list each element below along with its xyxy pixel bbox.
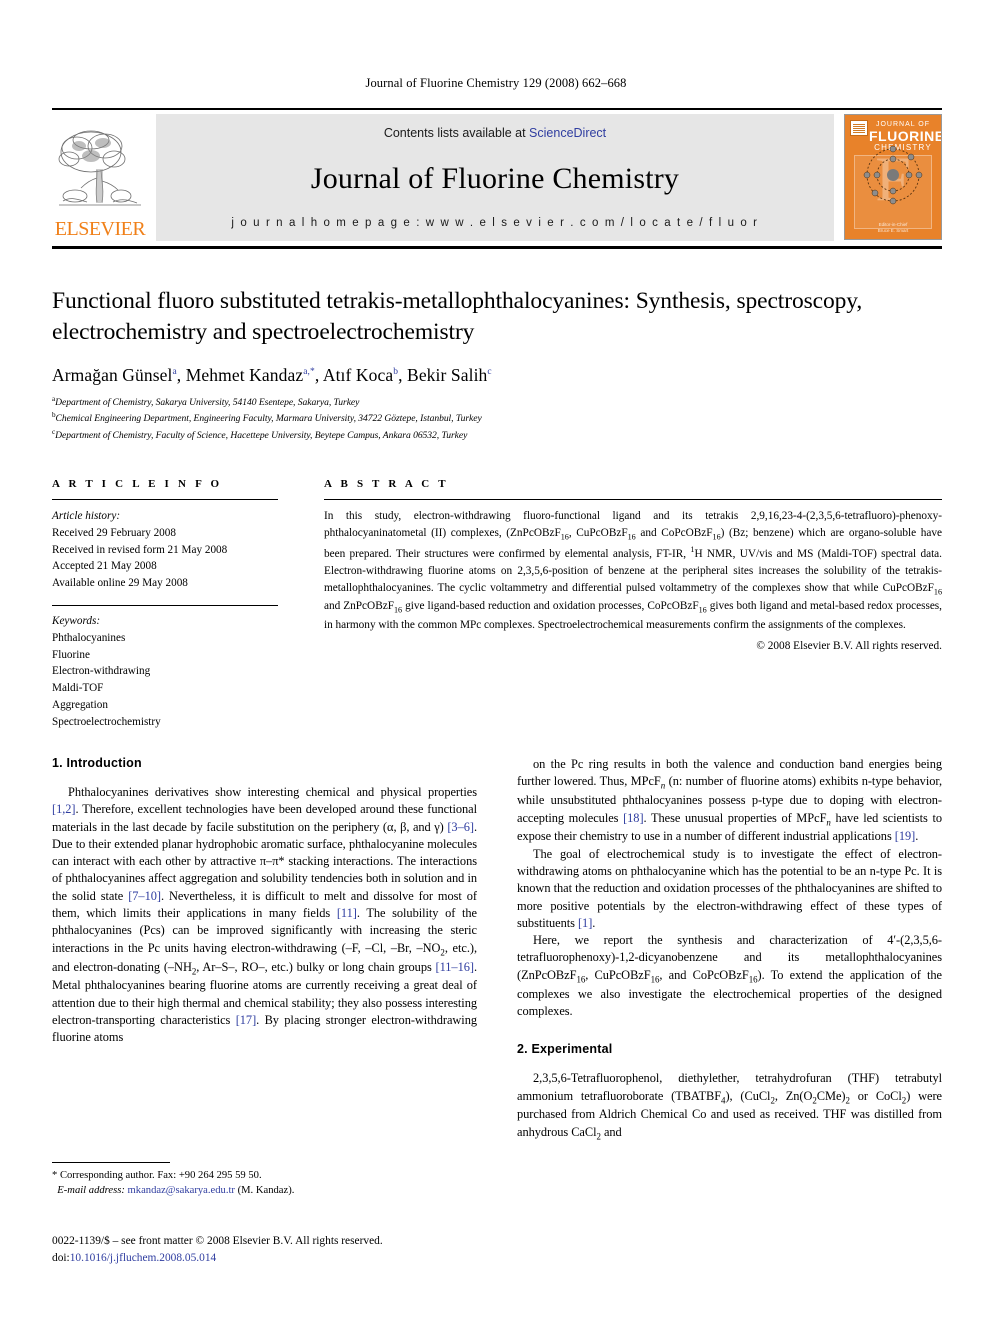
history-item: Received in revised form 21 May 2008 xyxy=(52,543,228,556)
body-column-left: 1. Introduction Phthalocyanines derivati… xyxy=(52,756,477,1143)
article-info-heading: A R T I C L E I N F O xyxy=(52,478,223,490)
title-block: Functional fluoro substituted tetrakis-m… xyxy=(52,286,912,444)
elsevier-wordmark: ELSEVIER xyxy=(54,218,146,240)
article-info-column: A R T I C L E I N F O Article history: R… xyxy=(52,478,300,731)
info-abstract-band: A R T I C L E I N F O Article history: R… xyxy=(52,478,942,731)
journal-title: Journal of Fluorine Chemistry xyxy=(310,161,680,195)
footnote-block: * Corresponding author. Fax: +90 264 295… xyxy=(52,1162,477,1199)
keyword-item: Spectroelectrochemistry xyxy=(52,715,161,728)
body-column-right: on the Pc ring results in both the valen… xyxy=(517,756,942,1143)
contents-prefix: Contents lists available at xyxy=(383,126,530,140)
intro-paragraph-1: Phthalocyanines derivatives show interes… xyxy=(52,785,478,1045)
author-4-marks: c xyxy=(487,366,492,377)
author-3-marks: b xyxy=(393,366,399,377)
email-suffix: (M. Kandaz). xyxy=(234,1185,295,1197)
body-columns: 1. Introduction Phthalocyanines derivati… xyxy=(52,756,942,1143)
article-info-rule-mid xyxy=(52,604,278,606)
affiliation-a: aDepartment of Chemistry, Sakarya Univer… xyxy=(52,394,912,411)
email-label: E-mail address: xyxy=(57,1185,125,1197)
imprint-block: 0022-1139/$ – see front matter © 2008 El… xyxy=(52,1233,492,1267)
article-info-rule-top xyxy=(52,499,278,500)
history-item: Received 29 February 2008 xyxy=(52,526,176,539)
author-2: Mehmet Kandaza,* xyxy=(186,365,315,385)
doi-label: doi: xyxy=(52,1252,70,1265)
abstract-rule-top xyxy=(324,499,942,500)
journal-masthead: ELSEVIER Contents lists available at Sci… xyxy=(52,108,942,243)
author-4-name: Bekir Salih xyxy=(407,364,488,385)
masthead-bottom-rule xyxy=(52,246,942,249)
page-title: Functional fluoro substituted tetrakis-m… xyxy=(52,288,863,346)
affiliation-c-text: Department of Chemistry, Faculty of Scie… xyxy=(55,430,468,442)
keyword-item: Fluorine xyxy=(52,648,90,661)
article-history-block: Article history: Received 29 February 20… xyxy=(52,508,278,592)
elsevier-tree-icon xyxy=(58,130,141,206)
abstract-text: In this study, electron-withdrawing fluo… xyxy=(324,510,942,632)
author-list: Armağan Günsela, Mehmet Kandaza,*, Atıf … xyxy=(52,364,492,385)
affiliation-a-text: Department of Chemistry, Sakarya Univers… xyxy=(55,396,360,408)
experimental-paragraph-1: 2,3,5,6-Tetrafluorophenol, diethylether,… xyxy=(517,1071,942,1142)
issn-front-matter: 0022-1139/$ – see front matter © 2008 El… xyxy=(52,1235,383,1247)
affiliation-b: bChemical Engineering Department, Engine… xyxy=(52,410,912,427)
affiliation-list: aDepartment of Chemistry, Sakarya Univer… xyxy=(52,394,912,444)
cover-title-line1: JOURNAL OF xyxy=(875,121,931,128)
right-paragraph-3: Here, we report the synthesis and charac… xyxy=(517,933,942,1018)
author-3: Atıf Kocab xyxy=(323,365,398,385)
cover-editor-name: Bruce E. Smart xyxy=(877,228,909,234)
cover-footer-text: Editor-in-Chief Bruce E. Smart xyxy=(845,222,941,236)
journal-homepage-line[interactable]: j o u r n a l h o m e p a g e : w w w . … xyxy=(231,217,758,229)
history-item: Accepted 21 May 2008 xyxy=(52,560,157,573)
email-link[interactable]: mkandaz@sakarya.edu.tr xyxy=(128,1185,235,1196)
keywords-block: Keywords: Phthalocyanines Fluorine Elect… xyxy=(52,613,278,731)
cover-elsevier-badge-icon xyxy=(850,120,868,136)
right-paragraph-2: The goal of electrochemical study is to … xyxy=(517,846,942,930)
author-1-marks: a xyxy=(172,366,177,377)
author-2-name: Mehmet Kandaz xyxy=(185,364,304,385)
elsevier-logo: ELSEVIER xyxy=(52,114,148,243)
doi-value[interactable]: 10.1016/j.jfluchem.2008.05.014 xyxy=(70,1252,216,1264)
section-heading-experimental: 2. Experimental xyxy=(517,1042,613,1057)
atom-icon xyxy=(863,145,923,204)
doi-line: doi:10.1016/j.jfluchem.2008.05.014 xyxy=(52,1250,492,1267)
author-2-marks: a,* xyxy=(303,366,315,377)
author-3-name: Atıf Koca xyxy=(322,364,394,385)
author-1: Armağan Günsela xyxy=(52,365,177,385)
history-item: Available online 29 May 2008 xyxy=(52,577,188,590)
paper-page: Journal of Fluorine Chemistry 129 (2008)… xyxy=(0,0,992,1323)
sciencedirect-link[interactable]: ScienceDirect xyxy=(529,126,606,140)
abstract-column: A B S T R A C T In this study, electron-… xyxy=(300,478,942,731)
email-note: E-mail address: mkandaz@sakarya.edu.tr (… xyxy=(52,1183,477,1198)
keyword-item: Electron-withdrawing xyxy=(52,665,151,678)
journal-cover-thumbnail: JOURNAL OF FLUORINE CHEMISTRY F xyxy=(844,114,942,240)
keywords-label: Keywords: xyxy=(52,614,101,627)
author-4: Bekir Salihc xyxy=(407,365,492,385)
keyword-item: Aggregation xyxy=(52,698,108,711)
abstract-copyright: © 2008 Elsevier B.V. All rights reserved… xyxy=(756,640,942,653)
affiliation-c: cDepartment of Chemistry, Faculty of Sci… xyxy=(52,427,912,444)
affiliation-b-text: Chemical Engineering Department, Enginee… xyxy=(55,413,482,425)
author-1-name: Armağan Günsel xyxy=(52,364,173,385)
masthead-center-band: Contents lists available at ScienceDirec… xyxy=(156,114,834,241)
contents-available-line: Contents lists available at ScienceDirec… xyxy=(384,126,606,140)
article-history-label: Article history: xyxy=(52,510,121,522)
footnote-rule xyxy=(52,1162,170,1163)
running-head: Journal of Fluorine Chemistry 129 (2008)… xyxy=(365,76,627,90)
keyword-item: Phthalocyanines xyxy=(52,631,126,644)
right-paragraph-1: on the Pc ring results in both the valen… xyxy=(517,757,942,844)
section-heading-introduction: 1. Introduction xyxy=(52,756,142,770)
cover-editor-label: Editor-in-Chief xyxy=(878,221,908,227)
corresponding-author-note: * Corresponding author. Fax: +90 264 295… xyxy=(52,1170,262,1181)
keyword-item: Maldi-TOF xyxy=(52,682,104,695)
abstract-heading: A B S T R A C T xyxy=(324,478,449,490)
